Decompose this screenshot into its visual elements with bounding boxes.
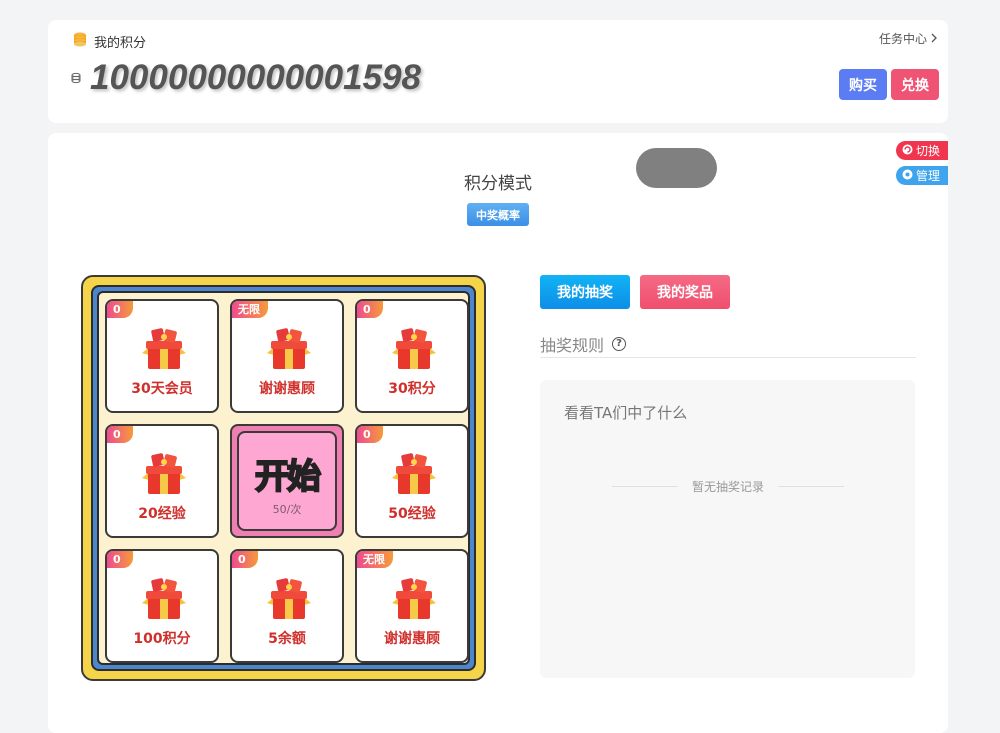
prize-label: 30积分: [388, 381, 436, 397]
points-label: 我的积分: [94, 35, 147, 51]
rules-label: 抽奖规则: [540, 336, 605, 355]
stock-badge: 0: [107, 426, 133, 443]
records-title: 看看TA们中了什么: [564, 404, 688, 422]
stock-badge: 0: [107, 551, 133, 568]
start-cost: 50/次: [272, 503, 302, 516]
stock-badge: 无限: [232, 301, 268, 318]
prize-cell: 0 5余额: [230, 549, 344, 663]
task-center-label: 任务中心: [878, 32, 927, 46]
prize-cell: 0 30积分: [355, 299, 469, 413]
prize-label: 5余额: [268, 631, 306, 647]
points-value-row: 10000000000001598: [70, 58, 421, 98]
prize-label: 谢谢惠顾: [259, 381, 315, 397]
gift-box-icon: [142, 328, 186, 369]
stock-badge: 0: [107, 301, 133, 318]
prize-label: 谢谢惠顾: [384, 631, 440, 647]
lottery-board: 0 30天会员 无限 谢谢惠顾 0 30积分 0 20经验 开始 50/次 0 …: [81, 275, 486, 681]
divider: [778, 486, 845, 487]
manage-button[interactable]: 管理: [896, 166, 948, 185]
gift-box-icon: [392, 578, 436, 619]
gift-box-icon: [267, 578, 311, 619]
task-center-link[interactable]: 任务中心: [879, 30, 938, 47]
points-card: 我的积分 任务中心 10000000000001598 购买 兑换: [48, 20, 948, 123]
board-frame: 0 30天会员 无限 谢谢惠顾 0 30积分 0 20经验 开始 50/次 0 …: [91, 285, 476, 671]
records-panel: 看看TA们中了什么 暂无抽奖记录: [540, 380, 915, 678]
start-button[interactable]: 开始 50/次: [230, 424, 344, 538]
prize-cell: 无限 谢谢惠顾: [230, 299, 344, 413]
stock-badge: 0: [232, 551, 258, 568]
manage-label: 管理: [916, 169, 941, 183]
prize-cell: 无限 谢谢惠顾: [355, 549, 469, 663]
my-draws-button[interactable]: 我的抽奖: [540, 275, 630, 309]
prize-cell: 0 20经验: [105, 424, 219, 538]
points-label-row: 我的积分: [72, 31, 146, 51]
prize-cell: 0 100积分: [105, 549, 219, 663]
prize-label: 20经验: [138, 506, 186, 522]
stock-badge: 0: [357, 426, 383, 443]
prize-label: 50经验: [388, 506, 436, 522]
question-icon[interactable]: ?: [612, 337, 627, 351]
points-value: 10000000000001598: [90, 58, 421, 97]
prize-label: 30天会员: [131, 381, 193, 397]
gear-icon: [902, 169, 913, 183]
start-button-face: 开始 50/次: [237, 431, 337, 531]
board-grid: 0 30天会员 无限 谢谢惠顾 0 30积分 0 20经验 开始 50/次 0 …: [97, 291, 470, 665]
switch-label: 切换: [916, 144, 941, 158]
prize-cell: 0 30天会员: [105, 299, 219, 413]
start-label: 开始: [254, 456, 322, 498]
gift-box-icon: [142, 453, 186, 494]
placeholder-pill: [636, 148, 717, 188]
coins-icon: [72, 31, 88, 51]
rules-header: 抽奖规则 ?: [540, 331, 916, 358]
gift-box-icon: [267, 328, 311, 369]
prize-cell: 0 50经验: [355, 424, 469, 538]
gift-box-icon: [392, 453, 436, 494]
exchange-button[interactable]: 兑换: [891, 69, 939, 100]
gift-box-icon: [142, 578, 186, 619]
gift-box-icon: [392, 328, 436, 369]
stock-badge: 0: [357, 301, 383, 318]
coin-stack-icon: [70, 69, 82, 88]
divider: [612, 486, 678, 487]
lottery-card: 积分模式 中奖概率 切换 管理 0 30天会员 无限 谢谢惠顾 0 30积分 0…: [48, 133, 948, 733]
empty-records-row: 暂无抽奖记录: [612, 478, 845, 495]
buy-button[interactable]: 购买: [839, 69, 887, 100]
mode-title: 积分模式: [464, 174, 532, 194]
refresh-icon: [902, 144, 913, 158]
prize-label: 100积分: [133, 631, 191, 647]
my-prizes-button[interactable]: 我的奖品: [640, 275, 730, 309]
switch-button[interactable]: 切换: [896, 141, 948, 160]
chevron-right-icon: [930, 32, 938, 46]
probability-button[interactable]: 中奖概率: [467, 203, 529, 226]
stock-badge: 无限: [357, 551, 393, 568]
empty-records-text: 暂无抽奖记录: [692, 480, 765, 494]
